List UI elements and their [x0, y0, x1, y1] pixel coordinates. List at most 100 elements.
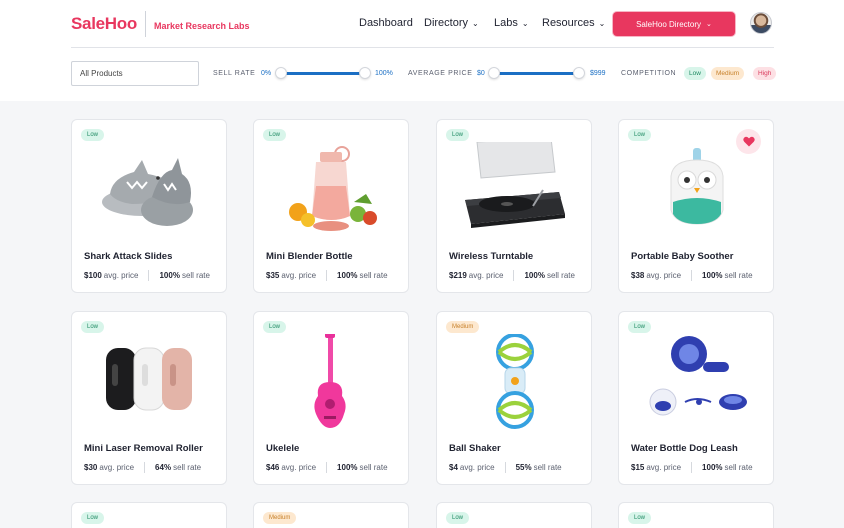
- product-card[interactable]: Low Mini Blender Bottle $35 avg. price 10…: [253, 119, 409, 293]
- sell-rate-label: sell rate: [533, 463, 562, 472]
- sell-rate-label: sell rate: [173, 463, 202, 472]
- product-title[interactable]: Ukelele: [266, 443, 299, 454]
- sell-rate-label: SELL RATE: [213, 70, 256, 77]
- competition-medium-chip[interactable]: Medium: [711, 67, 745, 80]
- competition-badge: Low: [446, 129, 470, 141]
- product-card[interactable]: Low Portable Baby Soother $38 avg. price …: [618, 119, 774, 293]
- product-title[interactable]: Wireless Turntable: [449, 251, 533, 262]
- sell-rate-value: 100%: [337, 271, 358, 280]
- shark-slides-image: [102, 158, 193, 226]
- product-card[interactable]: Medium Ball Shaker $4 avg. price 55% sell …: [436, 311, 592, 485]
- avg-price-value: $38: [631, 271, 645, 280]
- nav-labs[interactable]: Labs ⌄: [494, 17, 529, 29]
- top-header: SaleHoo Market Research Labs Dashboard D…: [0, 0, 844, 101]
- avg-price-value: $4: [449, 463, 458, 472]
- average-price-max: $999: [590, 70, 606, 77]
- competition-high-chip[interactable]: High: [753, 67, 777, 80]
- salehoo-logo[interactable]: SaleHoo: [71, 14, 137, 34]
- dog-leash-image: [649, 336, 747, 416]
- avg-price-label: avg. price: [468, 271, 504, 280]
- nav-dashboard-label: Dashboard: [359, 17, 413, 29]
- sell-rate-value: 100%: [159, 271, 180, 280]
- stats-divider: [326, 462, 328, 473]
- competition-badge: Low: [263, 129, 287, 141]
- nav-labs-label: Labs: [494, 17, 518, 29]
- salehoo-directory-button[interactable]: SaleHoo Directory ⌄: [613, 12, 735, 36]
- product-stats: $38 avg. price 100% sell rate: [631, 270, 765, 281]
- user-avatar[interactable]: [750, 12, 772, 34]
- product-card[interactable]: Low Water Bottle Dog Leash $15 avg. price…: [618, 311, 774, 485]
- product-card[interactable]: Low Shark Attack Slides $100 avg. price 1…: [71, 119, 227, 293]
- product-card[interactable]: Medium: [253, 502, 409, 528]
- average-price-track[interactable]: [494, 72, 579, 75]
- competition-badge: Low: [628, 129, 652, 141]
- nav-directory-label: Directory: [424, 17, 469, 29]
- product-title[interactable]: Mini Laser Removal Roller: [84, 443, 203, 454]
- average-price-min-handle[interactable]: [488, 67, 500, 79]
- sell-rate-label: sell rate: [359, 271, 388, 280]
- product-card[interactable]: Low: [71, 502, 227, 528]
- sell-rate-value: 100%: [702, 463, 723, 472]
- avg-price-value: $35: [266, 271, 280, 280]
- avg-price-label: avg. price: [99, 463, 135, 472]
- product-stats: $4 avg. price 55% sell rate: [449, 462, 583, 473]
- ball-shaker-image: [496, 334, 534, 429]
- stats-divider: [691, 462, 693, 473]
- sell-rate-value: 55%: [515, 463, 532, 472]
- product-stats: $219 avg. price 100% sell rate: [449, 270, 583, 281]
- average-price-min: $0: [477, 70, 485, 77]
- category-select[interactable]: All Products: [71, 61, 199, 86]
- stats-divider: [513, 270, 515, 281]
- avg-price-label: avg. price: [646, 271, 682, 280]
- laser-roller-image: [106, 347, 192, 411]
- sell-rate-label: sell rate: [359, 463, 388, 472]
- logo-divider: [145, 11, 146, 37]
- product-title[interactable]: Shark Attack Slides: [84, 251, 172, 262]
- avg-price-label: avg. price: [281, 463, 317, 472]
- stats-divider: [326, 270, 328, 281]
- header-divider: [71, 47, 774, 48]
- sell-rate-value: 100%: [524, 271, 545, 280]
- competition-badge: Low: [263, 321, 287, 333]
- turntable-image: [465, 142, 565, 228]
- sell-rate-track[interactable]: [281, 72, 365, 75]
- avg-price-label: avg. price: [646, 463, 682, 472]
- product-card[interactable]: Low Mini Laser Removal Roller $30 avg. pr…: [71, 311, 227, 485]
- avg-price-value: $100: [84, 271, 102, 280]
- nav-resources-label: Resources: [542, 17, 595, 29]
- nav-directory[interactable]: Directory ⌄: [424, 17, 479, 29]
- sell-rate-label: sell rate: [181, 271, 210, 280]
- product-title[interactable]: Mini Blender Bottle: [266, 251, 353, 262]
- competition-badge: Medium: [446, 321, 480, 333]
- product-stats: $15 avg. price 100% sell rate: [631, 462, 765, 473]
- product-card[interactable]: Low Wireless Turntable $219 avg. price 10…: [436, 119, 592, 293]
- nav-resources[interactable]: Resources ⌄: [542, 17, 605, 29]
- product-card[interactable]: Low: [618, 502, 774, 528]
- competition-badge: Low: [446, 512, 470, 524]
- category-select-value: All Products: [80, 69, 123, 78]
- sell-rate-min-handle[interactable]: [275, 67, 287, 79]
- sell-rate-label: sell rate: [724, 463, 753, 472]
- product-title[interactable]: Water Bottle Dog Leash: [631, 443, 738, 454]
- nav-dashboard[interactable]: Dashboard: [359, 17, 413, 29]
- avg-price-value: $46: [266, 463, 280, 472]
- product-card[interactable]: Low Ukelele $46 avg. price 100% sell rate: [253, 311, 409, 485]
- salehoo-directory-label: SaleHoo Directory: [636, 19, 702, 29]
- chevron-down-icon: ⌄: [472, 18, 479, 28]
- sell-rate-value: 100%: [337, 463, 358, 472]
- product-stats: $100 avg. price 100% sell rate: [84, 270, 218, 281]
- competition-badge: Low: [81, 321, 105, 333]
- sell-rate-max: 100%: [375, 70, 393, 77]
- sell-rate-label: sell rate: [546, 271, 575, 280]
- avg-price-value: $30: [84, 463, 98, 472]
- product-title[interactable]: Portable Baby Soother: [631, 251, 733, 262]
- competition-label: COMPETITION: [621, 70, 677, 77]
- tagline: Market Research Labs: [154, 21, 250, 31]
- product-stats: $30 avg. price 64% sell rate: [84, 462, 218, 473]
- sell-rate-max-handle[interactable]: [359, 67, 371, 79]
- competition-low-chip[interactable]: Low: [684, 67, 706, 80]
- average-price-max-handle[interactable]: [573, 67, 585, 79]
- product-title[interactable]: Ball Shaker: [449, 443, 501, 454]
- product-card[interactable]: Low: [436, 502, 592, 528]
- stats-divider: [691, 270, 693, 281]
